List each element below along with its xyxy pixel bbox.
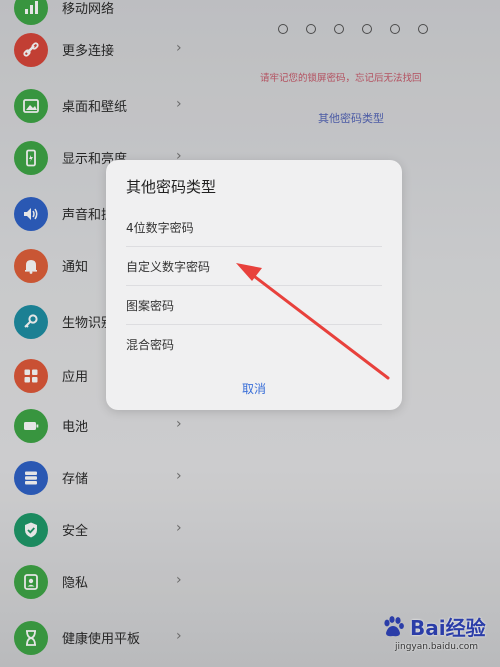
watermark-brand: Bai经验: [410, 616, 486, 640]
screen: 移动网络 更多连接 › 桌面和壁纸 › 显示和亮度 › 声音和振动 通知 应用 …: [0, 0, 500, 667]
option-pattern[interactable]: 图案密码: [126, 286, 382, 325]
password-type-dialog: 其他密码类型 4位数字密码 自定义数字密码 图案密码 混合密码 取消: [106, 160, 402, 410]
option-custom-numeric-pin[interactable]: 自定义数字密码: [126, 247, 382, 286]
paw-logo-icon: [384, 615, 404, 636]
option-label: 图案密码: [126, 299, 175, 313]
option-label: 4位数字密码: [126, 221, 194, 235]
option-label: 自定义数字密码: [126, 260, 211, 274]
watermark-site: jingyan.baidu.com: [395, 642, 479, 652]
option-label: 混合密码: [126, 338, 175, 352]
baidu-watermark: Bai经验: [380, 612, 486, 641]
option-4-digit-pin[interactable]: 4位数字密码: [126, 208, 382, 247]
option-mixed-password[interactable]: 混合密码: [126, 325, 382, 363]
dialog-title: 其他密码类型: [126, 178, 217, 196]
cancel-button[interactable]: 取消: [106, 380, 402, 397]
